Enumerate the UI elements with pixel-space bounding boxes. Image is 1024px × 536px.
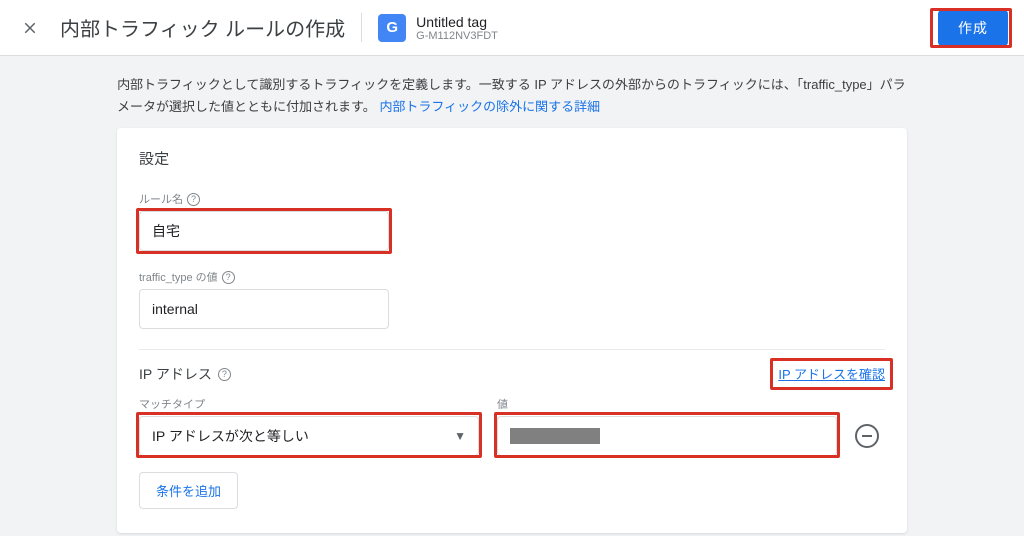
tag-text: Untitled tag G-M112NV3FDT	[416, 14, 498, 42]
description-text: 内部トラフィックとして識別するトラフィックを定義します。一致する IP アドレス…	[117, 56, 907, 128]
tag-name: Untitled tag	[416, 14, 498, 30]
help-icon[interactable]: ?	[187, 193, 200, 206]
tag-id: G-M112NV3FDT	[416, 30, 498, 42]
traffic-type-label: traffic_type の値 ?	[139, 269, 885, 285]
close-icon	[21, 19, 39, 37]
chevron-down-icon: ▼	[454, 429, 466, 443]
tag-block: G Untitled tag G-M112NV3FDT	[362, 14, 498, 42]
check-ip-link[interactable]: IP アドレスを確認	[778, 367, 885, 382]
remove-condition-button[interactable]	[855, 424, 879, 448]
redacted-value	[510, 428, 600, 444]
divider	[139, 349, 885, 350]
help-icon[interactable]: ?	[222, 271, 235, 284]
match-type-label: マッチタイプ	[139, 396, 479, 412]
create-button[interactable]: 作成	[938, 10, 1008, 46]
rule-name-input[interactable]	[139, 211, 389, 251]
card-title: 設定	[139, 148, 885, 169]
ga-tag-icon: G	[378, 14, 406, 42]
rule-name-label: ルール名 ?	[139, 191, 885, 207]
traffic-type-input[interactable]	[139, 289, 389, 329]
dialog-header: 内部トラフィック ルールの作成 G Untitled tag G-M112NV3…	[0, 0, 1024, 56]
close-button[interactable]	[16, 14, 44, 42]
learn-more-link[interactable]: 内部トラフィックの除外に関する詳細	[379, 99, 600, 114]
minus-icon	[862, 435, 872, 437]
ip-value-input[interactable]	[497, 416, 837, 456]
condition-row: マッチタイプ IP アドレスが次と等しい ▼ 値	[139, 396, 885, 456]
ip-section-title: IP アドレス ?	[139, 364, 231, 384]
value-label: 値	[497, 396, 837, 412]
match-type-select[interactable]: IP アドレスが次と等しい ▼	[139, 416, 479, 456]
add-condition-button[interactable]: 条件を追加	[139, 472, 238, 509]
settings-card: 設定 ルール名 ? traffic_type の値 ? IP アドレス ? IP…	[117, 128, 907, 533]
help-icon[interactable]: ?	[218, 368, 231, 381]
page-title: 内部トラフィック ルールの作成	[60, 13, 362, 42]
